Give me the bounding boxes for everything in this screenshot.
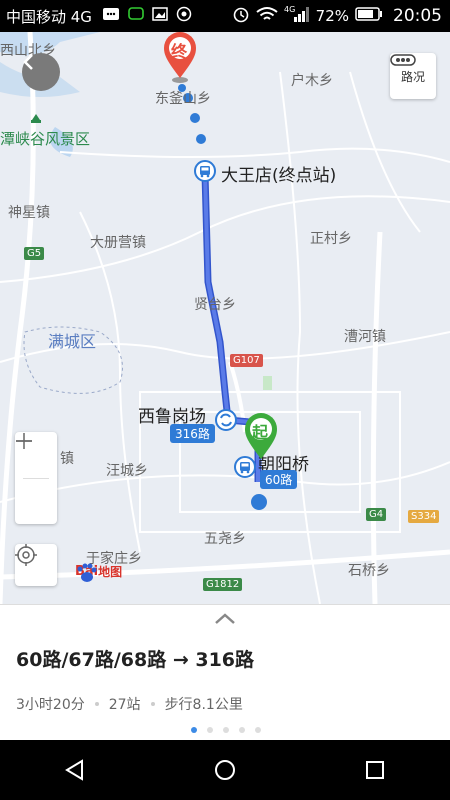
minus-icon: [16, 440, 32, 442]
circle-home-icon: [215, 760, 235, 780]
place-label: 镇: [60, 451, 74, 467]
page-dot: [223, 727, 229, 733]
place-label: 户木乡: [291, 73, 333, 89]
station-count: 27站: [108, 697, 141, 713]
traffic-button[interactable]: 路况: [390, 53, 436, 99]
svg-text:4G: 4G: [284, 5, 295, 14]
road-shield: S334: [408, 510, 440, 523]
separator-dot: [94, 702, 99, 706]
chevron-up-icon[interactable]: [213, 611, 237, 630]
wechat-icon: [128, 7, 144, 25]
back-nav-button[interactable]: [45, 740, 105, 800]
place-label: 石桥乡: [348, 563, 390, 579]
triangle-back-icon: [65, 759, 83, 781]
road-shield: G4: [366, 508, 387, 521]
map-view[interactable]: 西山北乡 东釜山乡 户木乡 潭峡谷风景区 神星镇 大册营镇 正村乡 贤台乡 满城…: [0, 32, 450, 604]
navigation-bar: [0, 740, 450, 800]
duration: 3小时20分: [16, 697, 85, 713]
clock: 20:05: [393, 6, 442, 26]
route-meta: 3小时20分 27站 步行8.1公里: [16, 694, 243, 714]
place-label: 贤台乡: [194, 297, 236, 313]
route-badge-60: 60路: [260, 470, 298, 489]
locate-button[interactable]: [15, 544, 57, 586]
page-dot: [191, 727, 197, 733]
wifi-icon: [256, 6, 278, 26]
place-label: 漕河镇: [344, 329, 386, 345]
separator-dot: [150, 702, 155, 706]
status-bar: 中国移动 4G 4G 72% 20:05: [0, 0, 450, 32]
recents-nav-button[interactable]: [345, 740, 405, 800]
route-title: 60路/67路/68路 → 316路: [16, 649, 255, 671]
place-label: 潭峡谷风景区: [0, 130, 91, 148]
camera-icon: [176, 6, 192, 26]
home-nav-button[interactable]: [195, 740, 255, 800]
locate-icon: [15, 544, 37, 566]
walk-distance: 步行8.1公里: [164, 697, 243, 713]
road-shield: G5: [24, 247, 45, 260]
zoom-control: [15, 432, 57, 524]
place-label: 五尧乡: [204, 531, 246, 547]
place-label: 大册营镇: [90, 235, 146, 251]
route-summary-sheet[interactable]: 60路/67路/68路 → 316路 3小时20分 27站 步行8.1公里: [0, 604, 450, 741]
start-marker-label: 起: [252, 423, 269, 442]
end-marker-label: 终: [171, 42, 188, 61]
alarm-icon: [232, 5, 250, 27]
place-label: 东釜山乡: [155, 91, 211, 107]
message-icon: [102, 7, 120, 25]
place-label: 汪城乡: [106, 463, 148, 479]
image-icon: [152, 7, 168, 25]
carrier-label: 中国移动 4G: [6, 7, 92, 26]
place-label: 正村乡: [310, 231, 352, 247]
map-logo: Bai 地图: [75, 563, 123, 582]
logo-text: 地图: [98, 565, 123, 579]
page-indicator[interactable]: [191, 727, 261, 733]
zoom-out-button[interactable]: [15, 440, 57, 525]
page-dot: [255, 727, 261, 733]
traffic-label: 路况: [400, 69, 425, 84]
start-marker[interactable]: 起: [243, 413, 279, 465]
square-recents-icon: [366, 761, 384, 779]
place-label: 满城区: [48, 332, 97, 351]
back-button[interactable]: [22, 53, 60, 91]
page-dot: [239, 727, 245, 733]
road-shield: G107: [230, 354, 263, 367]
end-marker[interactable]: 终: [162, 32, 198, 84]
place-label: 神星镇: [8, 205, 50, 221]
terminus-stop-label[interactable]: 大王店(终点站): [221, 161, 336, 186]
page-dot: [207, 727, 213, 733]
battery-percent: 72%: [315, 7, 349, 25]
route-badge-316: 316路: [170, 424, 215, 443]
road-shield: G1812: [203, 578, 243, 591]
battery-icon: [355, 7, 383, 25]
signal-icon: 4G: [284, 5, 310, 27]
